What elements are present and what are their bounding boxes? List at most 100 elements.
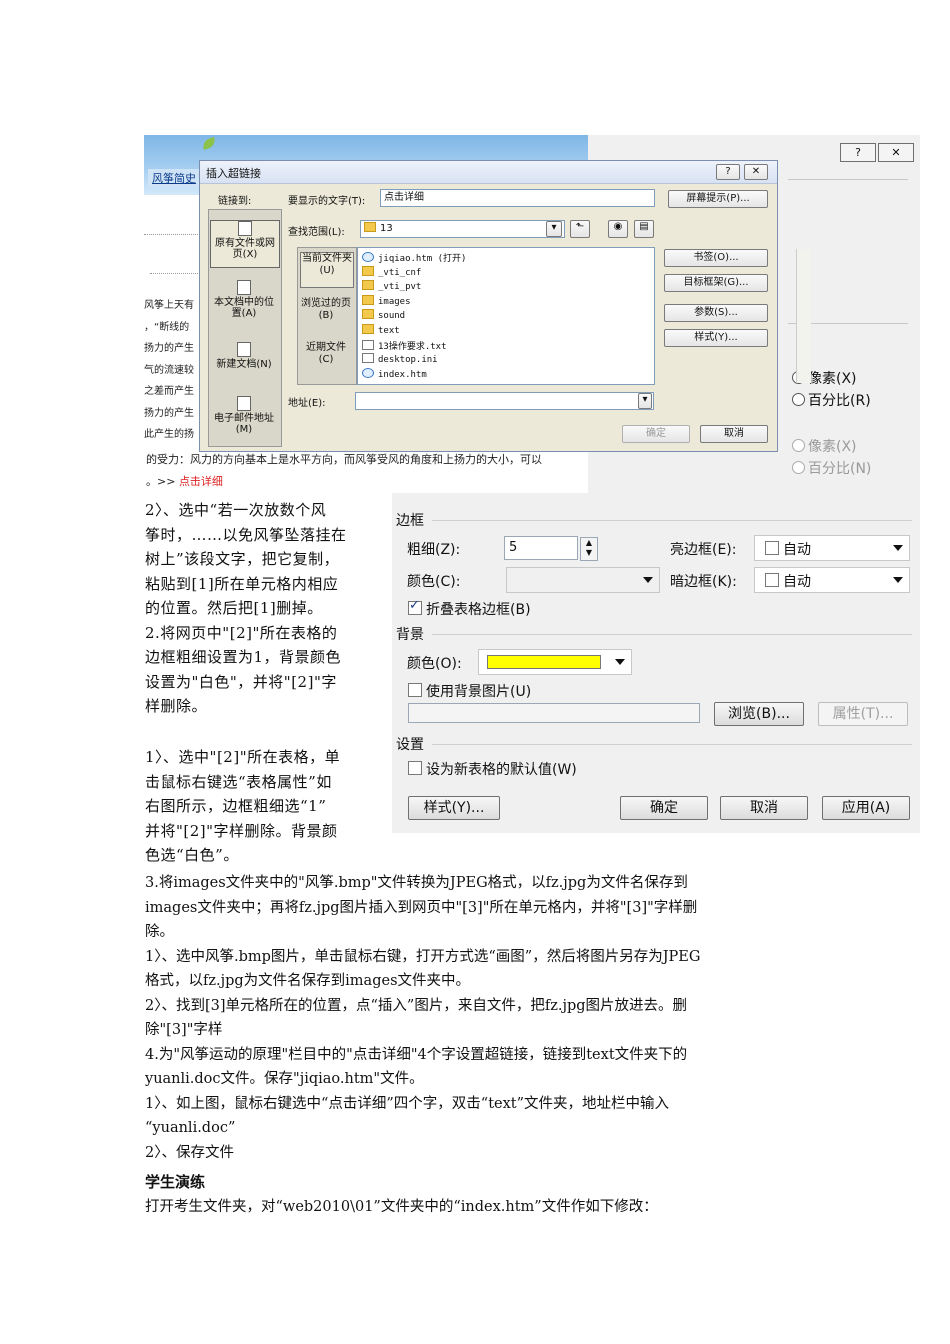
sidebar-item-new-doc[interactable]: 新建文档(N) xyxy=(210,342,278,376)
link-to-label: 链接到: xyxy=(218,196,252,207)
file-list-item[interactable]: sound xyxy=(362,309,405,321)
radio-off-icon xyxy=(792,461,805,474)
look-in-dropdown[interactable]: 13 xyxy=(360,220,565,238)
divider xyxy=(432,520,912,521)
radio-percent-disabled[interactable]: 百分比(N) xyxy=(792,458,871,478)
sidebar-label: 新建文档(N) xyxy=(216,359,272,370)
nav-tab-history[interactable]: 风筝简史 xyxy=(148,169,200,187)
help-button[interactable]: ? xyxy=(840,143,876,162)
divider xyxy=(788,179,908,180)
close-button[interactable]: ✕ xyxy=(878,143,914,162)
text-line: 色选“白色”。 xyxy=(145,846,239,864)
thickness-label: 粗细(Z): xyxy=(407,542,461,558)
set-default-checkbox[interactable]: 设为新表格的默认值(W) xyxy=(408,759,577,779)
up-folder-icon[interactable]: ⬑ xyxy=(570,220,590,238)
look-in-label: 查找范围(L): xyxy=(288,227,345,238)
select-value: 自动 xyxy=(783,574,811,590)
checkbox-label: 折叠表格边框(B) xyxy=(426,602,531,618)
web-page-icon xyxy=(362,367,374,378)
text-line: 格式，以fz.jpg为文件名保存到images文件夹中。 xyxy=(145,973,471,989)
more-details-link[interactable]: 点击详细 xyxy=(179,475,223,488)
leaf-icon xyxy=(200,136,218,151)
screen-tip-button[interactable]: 屏幕提示(P)... xyxy=(668,190,768,208)
light-border-label: 亮边框(E): xyxy=(670,542,737,558)
webpage-text-line: 风筝上天有 xyxy=(144,300,194,311)
style-button[interactable]: 样式(Y)... xyxy=(408,796,500,820)
chevron-down-icon[interactable]: ▾ xyxy=(638,393,652,409)
style-button[interactable]: 样式(Y)... xyxy=(664,329,768,347)
browse-file-icon[interactable]: ▤ xyxy=(634,220,654,238)
chevron-down-icon[interactable]: ▾ xyxy=(546,221,562,237)
thickness-input[interactable]: 5 xyxy=(504,536,578,560)
text-line: 设置为"白色"，并将"[2]"字 xyxy=(145,672,337,691)
thickness-stepper[interactable]: ▲ ▼ xyxy=(580,537,598,561)
file-list-item[interactable]: desktop.ini xyxy=(362,353,438,365)
help-button[interactable]: ? xyxy=(716,164,740,180)
tab-browsed-pages[interactable]: 浏览过的页(B) xyxy=(300,298,352,332)
address-input[interactable] xyxy=(355,392,654,410)
text-line: 1〉、如上图，鼠标右键选中“点击详细”四个字，双击“text”文件夹，地址栏中输… xyxy=(145,1095,670,1112)
browse-sidebar: 当前文件夹(U) 浏览过的页(B) 近期文件(C) xyxy=(297,247,357,385)
file-list-item[interactable]: _vti_cnf xyxy=(362,265,421,278)
apply-button[interactable]: 应用(A) xyxy=(822,796,910,820)
webpage-text-line: 扬力的产生 xyxy=(144,407,194,419)
display-text-input[interactable]: 点击详细 xyxy=(380,189,655,207)
close-button[interactable]: ✕ xyxy=(744,164,768,180)
file-name: text xyxy=(378,326,400,336)
bookmark-button[interactable]: 书签(O)... xyxy=(664,249,768,267)
address-label: 地址(E): xyxy=(288,398,326,409)
browse-button[interactable]: 浏览(B)... xyxy=(714,702,804,726)
dark-border-label: 暗边框(K): xyxy=(670,574,737,590)
bg-color-select[interactable] xyxy=(478,649,632,675)
settings-section-title: 设置 xyxy=(396,737,424,753)
use-bg-image-checkbox[interactable]: 使用背景图片(U) xyxy=(408,681,531,701)
text-line: 右图所示，边框粗细选“1” xyxy=(145,797,327,815)
properties-button[interactable]: 属性(T)... xyxy=(818,702,908,726)
ok-button[interactable]: 确定 xyxy=(622,425,690,443)
webpage-text-line: 扬力的产生 xyxy=(144,343,194,354)
text-line: 边框粗细设置为1，背景颜色 xyxy=(145,648,342,666)
folder-icon xyxy=(362,280,374,291)
light-border-select[interactable]: 自动 xyxy=(754,535,910,561)
text-line: 样删除。 xyxy=(145,697,208,715)
sidebar-item-existing-file[interactable]: 原有文件或网页(X) xyxy=(210,220,280,268)
file-list-item[interactable]: images xyxy=(362,294,411,307)
sidebar-item-place-in-doc[interactable]: 本文档中的位置(A) xyxy=(210,280,278,326)
file-list-item[interactable]: _vti_pvt xyxy=(362,280,421,292)
look-in-value: 13 xyxy=(380,223,393,234)
browse-web-icon[interactable]: ◉ xyxy=(608,220,628,238)
radio-label: 像素(X) xyxy=(808,439,857,455)
scrollbar[interactable] xyxy=(796,249,811,383)
radio-off-icon xyxy=(792,393,805,406)
file-list-item[interactable]: index.htm xyxy=(362,367,427,380)
folder-icon xyxy=(362,294,374,305)
more-prefix: 。>> xyxy=(146,475,179,488)
checkbox-label: 使用背景图片(U) xyxy=(426,684,532,700)
parameters-button[interactable]: 参数(S)... xyxy=(664,304,768,322)
file-list-item[interactable]: jiqiao.htm (打开) xyxy=(362,251,466,264)
file-list-item[interactable]: 13操作要求.txt xyxy=(362,339,447,352)
target-frame-button[interactable]: 目标框架(G)... xyxy=(664,274,768,292)
tab-current-folder[interactable]: 当前文件夹(U) xyxy=(300,252,354,288)
bg-image-path-input[interactable] xyxy=(408,703,700,723)
divider xyxy=(150,273,200,274)
final-instruction: 打开考生文件夹，对“web2010\01”文件夹中的“index.htm”文件作… xyxy=(145,1199,658,1215)
radio-percent[interactable]: 百分比(R) xyxy=(792,390,871,410)
border-color-select[interactable] xyxy=(506,567,660,593)
text-line: images文件夹中；再将fz.jpg图片插入到网页中"[3]"所在单元格内，并… xyxy=(145,899,698,916)
cancel-button[interactable]: 取消 xyxy=(720,796,808,820)
ok-button[interactable]: 确定 xyxy=(620,796,708,820)
file-list-item[interactable]: text xyxy=(362,324,400,336)
webpage-text-line: ，“断线的 xyxy=(144,321,190,333)
text-line: 4.为"风筝运动的原理"栏目中的"点击详细"4个字设置超链接，链接到text文件… xyxy=(145,1046,688,1063)
radio-pixels-disabled[interactable]: 像素(X) xyxy=(792,436,857,456)
tab-recent-files[interactable]: 近期文件(C) xyxy=(300,342,352,376)
text-line: 粘贴到[1]所在单元格内相应 xyxy=(145,574,339,593)
insert-hyperlink-dialog: 插入超链接 ? ✕ 链接到: 要显示的文字(T): 点击详细 屏幕提示(P)..… xyxy=(199,160,811,452)
dark-border-select[interactable]: 自动 xyxy=(754,567,910,593)
radio-off-icon xyxy=(792,439,805,452)
sidebar-item-email[interactable]: 电子邮件地址(M) xyxy=(210,396,278,436)
cancel-button[interactable]: 取消 xyxy=(700,425,768,443)
link-type-sidebar: 原有文件或网页(X) 本文档中的位置(A) 新建文档(N) 电子邮件地址(M) xyxy=(208,209,282,447)
collapse-border-checkbox[interactable]: 折叠表格边框(B) xyxy=(408,598,531,619)
